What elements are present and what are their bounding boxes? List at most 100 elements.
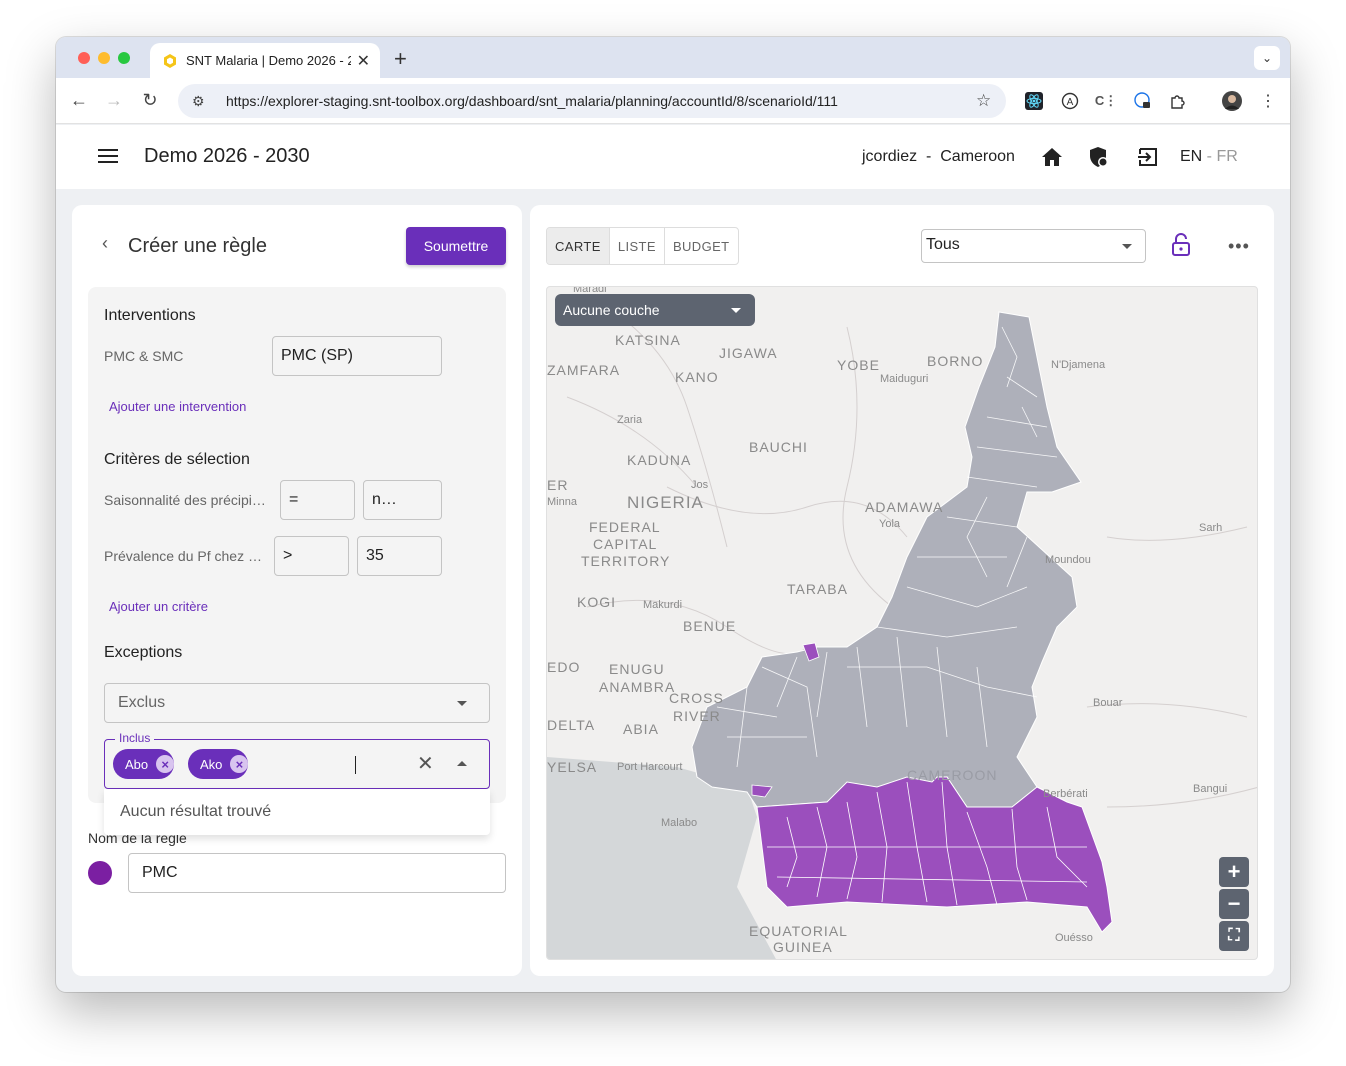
map-region-label: EDO: [547, 659, 581, 675]
excluded-orgunits-select[interactable]: Exclus: [104, 683, 490, 723]
criterion-value-select[interactable]: n…: [363, 480, 442, 520]
included-chip[interactable]: Abo ×: [113, 749, 175, 779]
map-region-label: CROSS: [669, 690, 724, 706]
browser-menu-icon[interactable]: ⋮: [1258, 91, 1278, 111]
tab-search-chevron-icon[interactable]: ⌄: [1254, 46, 1280, 70]
dropdown-caret-up-icon[interactable]: [457, 761, 467, 766]
intervention-category-label: PMC & SMC: [104, 348, 184, 364]
criteria-heading: Critères de sélection: [104, 451, 250, 468]
exceptions-heading: Exceptions: [104, 644, 183, 661]
cameroon-districts-unselected[interactable]: [691, 311, 1082, 808]
rule-form-title: Créer une règle: [128, 235, 267, 257]
zoom-in-button[interactable]: +: [1219, 857, 1249, 887]
map-city-label: Makurdi: [643, 599, 683, 611]
more-options-icon[interactable]: •••: [1228, 236, 1250, 257]
back-chevron-icon[interactable]: ‹: [102, 233, 108, 254]
map-canvas: [547, 306, 1257, 959]
page-title: Demo 2026 - 2030: [144, 145, 310, 167]
submit-button[interactable]: Soumettre: [406, 227, 506, 265]
map-region-label: BAUCHI: [749, 439, 808, 455]
chip-remove-icon[interactable]: ×: [230, 755, 249, 773]
map-city-label: N'Djamena: [1051, 359, 1106, 371]
map-region-label: KANO: [675, 369, 719, 385]
dropdown-caret-icon: [1122, 244, 1132, 249]
map-region-label: ANAMBRA: [599, 679, 676, 695]
map-city-label: Port Harcourt: [617, 761, 683, 773]
zoom-out-button[interactable]: −: [1219, 889, 1249, 919]
fullscreen-button[interactable]: ⛶: [1219, 921, 1249, 951]
browser-tab[interactable]: SNT Malaria | Demo 2026 - 2030 ✕: [150, 43, 380, 78]
react-devtools-icon[interactable]: [1024, 91, 1044, 111]
chip-label: Abo: [125, 756, 149, 772]
map-region-label: JIGAWA: [719, 345, 778, 361]
user-separator: -: [926, 148, 932, 165]
browser-window: SNT Malaria | Demo 2026 - 2030 ✕ + ⌄ ← →…: [56, 37, 1290, 992]
add-intervention-link[interactable]: Ajouter une intervention: [109, 399, 246, 414]
map-region-label: DELTA: [547, 717, 596, 733]
tab-title: SNT Malaria | Demo 2026 - 2030: [186, 53, 351, 68]
chip-remove-icon[interactable]: ×: [156, 755, 175, 773]
extension-a-icon[interactable]: A: [1060, 91, 1080, 111]
map-region-label: YELSA: [547, 759, 598, 775]
new-tab-button[interactable]: +: [394, 46, 407, 72]
clear-icon[interactable]: ✕: [417, 751, 434, 776]
map-region-label: TERRITORY: [581, 553, 671, 569]
logout-icon[interactable]: [1136, 145, 1160, 169]
criterion-operator-select[interactable]: =: [280, 480, 355, 520]
tab-close-icon[interactable]: ✕: [357, 51, 370, 71]
lang-fr[interactable]: FR: [1216, 148, 1237, 165]
map-city-label: Bangui: [1193, 783, 1228, 795]
map-region-label: RIVER: [673, 708, 721, 724]
included-orgunits-autocomplete[interactable]: Inclus Abo × Ako × ✕: [104, 731, 490, 789]
window-minimize-button[interactable]: [98, 52, 110, 64]
admin-shield-icon[interactable]: [1086, 145, 1110, 169]
bookmark-star-icon[interactable]: ☆: [976, 91, 1006, 111]
profile-avatar[interactable]: [1222, 91, 1242, 111]
map-city-label: Maradi: [573, 286, 607, 295]
extension-lock-icon[interactable]: [1132, 91, 1152, 111]
intervention-select[interactable]: PMC (SP): [272, 336, 442, 376]
criterion-label: Prévalence du Pf chez …: [104, 548, 262, 564]
lang-en[interactable]: EN: [1180, 148, 1202, 165]
criterion-operator-select[interactable]: >: [274, 536, 349, 576]
window-close-button[interactable]: [78, 52, 90, 64]
map-region-label: BORNO: [927, 353, 984, 369]
map-region-label: GUINEA: [773, 939, 833, 955]
text-cursor: [355, 756, 356, 774]
svg-text:A: A: [1067, 97, 1074, 108]
browser-toolbar: ← → ↻ ⚙ https://explorer-staging.snt-too…: [56, 78, 1290, 124]
add-criterion-link[interactable]: Ajouter un critère: [109, 599, 208, 614]
extension-c-icon[interactable]: C⋮: [1095, 91, 1117, 111]
tab-liste[interactable]: LISTE: [610, 228, 665, 264]
tab-budget[interactable]: BUDGET: [665, 228, 738, 264]
filter-value: Tous: [926, 236, 960, 253]
window-zoom-button[interactable]: [118, 52, 130, 64]
map-city-label: Berbérati: [1043, 788, 1088, 800]
rule-name-input[interactable]: PMC: [128, 853, 506, 893]
reload-icon[interactable]: ↻: [139, 90, 161, 111]
criterion-value-input[interactable]: 35: [357, 536, 442, 576]
home-icon[interactable]: [1040, 145, 1064, 169]
included-chip[interactable]: Ako ×: [188, 749, 249, 779]
map-region-label: KOGI: [577, 594, 617, 610]
map-region-label: KATSINA: [615, 332, 681, 348]
map-layer-select[interactable]: Aucune couche: [555, 294, 755, 326]
site-settings-icon[interactable]: ⚙: [192, 93, 210, 110]
rule-color-picker[interactable]: [88, 861, 112, 885]
address-bar[interactable]: ⚙ https://explorer-staging.snt-toolbox.o…: [178, 84, 1006, 118]
intervention-filter-select[interactable]: Tous: [921, 229, 1146, 263]
app-header: Demo 2026 - 2030 jcordiez - Cameroon EN …: [56, 125, 1290, 189]
url-text: https://explorer-staging.snt-toolbox.org…: [226, 93, 838, 109]
language-switch[interactable]: EN - FR: [1180, 148, 1238, 166]
tab-carte[interactable]: CARTE: [547, 228, 610, 264]
map-region-label: CAPITAL: [593, 536, 658, 552]
menu-hamburger-icon[interactable]: [98, 149, 118, 167]
forward-arrow-icon[interactable]: →: [103, 90, 125, 111]
map-region-label: FEDERAL: [589, 519, 661, 535]
map-city-label: Jos: [691, 479, 709, 491]
extensions-puzzle-icon[interactable]: [1168, 91, 1188, 111]
back-arrow-icon[interactable]: ←: [68, 90, 90, 111]
map-view[interactable]: Aucune couche KATSINA JIGAWA YOBE BORNO …: [546, 286, 1258, 960]
unlock-icon[interactable]: [1171, 233, 1191, 257]
map-region-label: YOBE: [837, 357, 880, 373]
